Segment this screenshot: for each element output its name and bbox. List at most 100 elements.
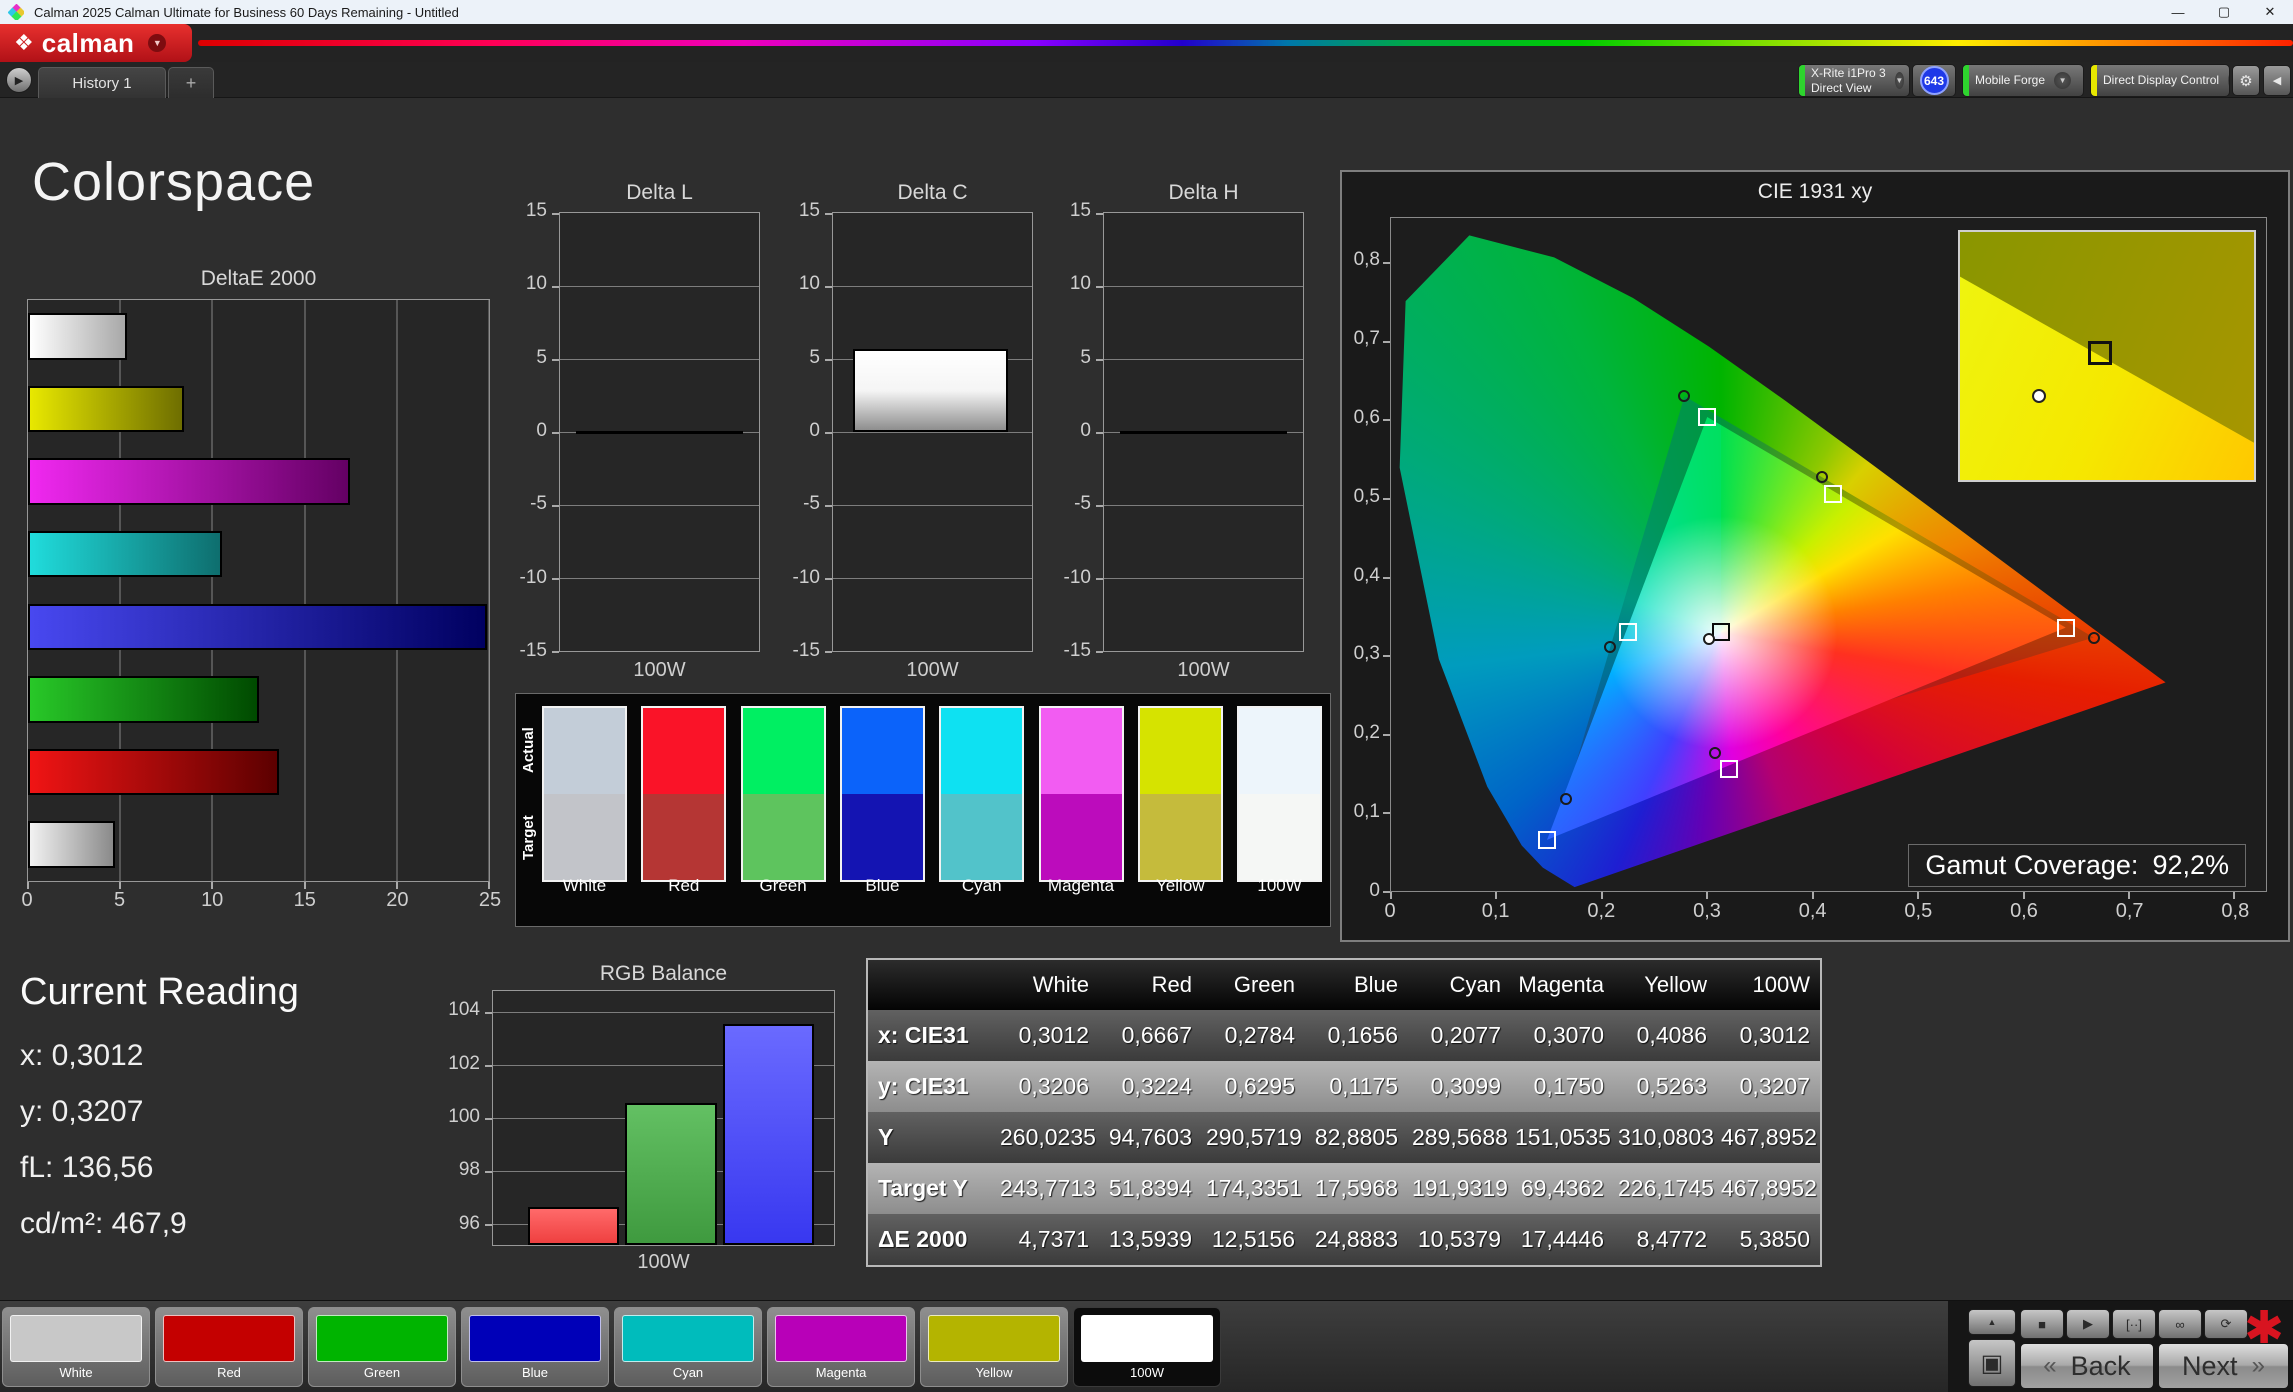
inset-measured-marker xyxy=(2032,389,2046,403)
pattern-button-blue[interactable]: Blue xyxy=(461,1307,609,1387)
y-tick-label: 0,3 xyxy=(1354,643,1380,665)
current-reading-fl: fL: 136,56 xyxy=(20,1151,153,1185)
swatch-column-label: Yellow xyxy=(1138,876,1223,896)
pattern-button-100w[interactable]: 100W xyxy=(1073,1307,1221,1387)
table-header-cell: Yellow xyxy=(1618,972,1721,998)
transport-cluster: ▲ ▣ ■ ▶ [··] ∞ ⟳ ✱ « Back xyxy=(1948,1301,2293,1392)
swatch-column-red xyxy=(641,706,726,882)
stop-button[interactable]: ■ xyxy=(2020,1309,2064,1339)
pattern-button-label: 100W xyxy=(1130,1365,1164,1380)
y-tick-label: 0 xyxy=(1080,420,1091,442)
gridline xyxy=(833,578,1032,579)
pattern-button-yellow[interactable]: Yellow xyxy=(920,1307,1068,1387)
table-row-target-y: Target Y243,771351,8394174,335117,596819… xyxy=(868,1163,1820,1214)
pattern-button-label: Red xyxy=(217,1365,241,1380)
x-tick-label: 0,2 xyxy=(1587,900,1615,923)
gamut-coverage-text: Gamut Coverage: xyxy=(1925,850,2138,881)
swatch-column-100w xyxy=(1237,706,1322,882)
delta-h-y-axis: 151050-5-10-15 xyxy=(1053,212,1099,652)
table-cell: 8,4772 xyxy=(1618,1226,1721,1253)
transport-buttons: ■ ▶ [··] ∞ ⟳ xyxy=(2020,1309,2248,1339)
chevron-left-icon: ◀ xyxy=(2273,74,2281,87)
refresh-icon: ⟳ xyxy=(2221,1316,2232,1332)
y-tick-label: 10 xyxy=(1070,273,1091,295)
target-marker-cyan xyxy=(1619,623,1637,641)
target-swatch-yellow xyxy=(1140,794,1221,880)
page-title: Colorspace xyxy=(32,151,315,213)
display-control-dropdown[interactable]: Direct Display Control ▼ xyxy=(2090,64,2230,97)
delta-h-x-label: 100W xyxy=(1103,659,1304,682)
y-tick-label: -10 xyxy=(1064,567,1091,589)
play-button[interactable]: ▶ xyxy=(2066,1309,2110,1339)
target-marker-yellow xyxy=(1824,485,1842,503)
meter-dropdown[interactable]: X-Rite i1Pro 3 Direct View ▼ xyxy=(1798,64,1910,97)
axis-tick xyxy=(1096,432,1103,434)
x-tick-label: 0 xyxy=(21,889,32,912)
table-cell: 0,6295 xyxy=(1206,1073,1309,1100)
step-button[interactable]: [··] xyxy=(2112,1309,2156,1339)
add-tab-button[interactable]: + xyxy=(168,67,214,98)
table-cell: 226,1745 xyxy=(1618,1175,1721,1202)
axis-tick xyxy=(485,1118,492,1120)
axis-tick xyxy=(1917,892,1919,899)
axis-tick xyxy=(825,213,832,215)
delta-l-x-label: 100W xyxy=(559,659,760,682)
collapse-panel-button[interactable]: ◀ xyxy=(2263,65,2291,96)
source-dropdown[interactable]: Mobile Forge ▼ xyxy=(1962,64,2084,97)
axis-tick xyxy=(1096,505,1103,507)
pattern-button-cyan[interactable]: Cyan xyxy=(614,1307,762,1387)
next-button[interactable]: Next » xyxy=(2158,1343,2289,1389)
pattern-button-red[interactable]: Red xyxy=(155,1307,303,1387)
bottom-bar: White Red GreenBlueCyan Magenta Yellow 100W ▲… xyxy=(0,1300,2293,1392)
pattern-button-white[interactable]: White xyxy=(2,1307,150,1387)
table-cell: 69,4362 xyxy=(1515,1175,1618,1202)
infinity-icon: ∞ xyxy=(2175,1317,2184,1332)
measured-marker-green xyxy=(1678,390,1690,402)
y-tick-label: -15 xyxy=(520,640,547,662)
pattern-window-button[interactable]: ▣ xyxy=(1968,1339,2016,1387)
swatch-column-yellow xyxy=(1138,706,1223,882)
calman-menu-button[interactable]: ❖ calman ▼ xyxy=(0,24,192,62)
table-cell: 24,8883 xyxy=(1309,1226,1412,1253)
meter-badge-button[interactable]: 643 xyxy=(1912,64,1956,97)
axis-tick xyxy=(552,359,559,361)
tab-scroll-button[interactable]: ▶ xyxy=(6,67,32,93)
pattern-button-magenta[interactable]: Magenta xyxy=(767,1307,915,1387)
table-cell: 94,7603 xyxy=(1103,1124,1206,1151)
minimize-button[interactable]: — xyxy=(2155,0,2201,24)
gridline xyxy=(560,286,759,287)
cie-y-axis: 00,10,20,30,40,50,60,70,8 xyxy=(1344,217,1388,892)
table-cell: 0,5263 xyxy=(1618,1073,1721,1100)
axis-tick xyxy=(304,882,306,889)
pattern-button-green[interactable]: Green xyxy=(308,1307,456,1387)
actual-swatch-white xyxy=(544,708,625,794)
settings-button[interactable]: ⚙ xyxy=(2232,65,2260,96)
tab-history-1[interactable]: History 1 xyxy=(38,67,166,98)
source-name: Mobile Forge xyxy=(1969,73,2049,87)
meter-name: X-Rite i1Pro 3 xyxy=(1811,66,1886,80)
window-title: Calman 2025 Calman Ultimate for Business… xyxy=(34,5,459,20)
axis-tick xyxy=(1096,651,1103,653)
table-header-cell: White xyxy=(1000,972,1103,998)
deltae-bar-red xyxy=(28,749,279,795)
refresh-button[interactable]: ⟳ xyxy=(2204,1309,2248,1339)
maximize-button[interactable]: ▢ xyxy=(2201,0,2247,24)
pattern-color-swatch xyxy=(163,1315,295,1362)
gridline xyxy=(560,578,759,579)
measured-marker-blue xyxy=(1560,793,1572,805)
y-tick-label: -5 xyxy=(803,493,820,515)
axis-tick xyxy=(825,578,832,580)
close-button[interactable]: ✕ xyxy=(2247,0,2293,24)
x-tick-label: 10 xyxy=(201,889,223,912)
pattern-window-up-button[interactable]: ▲ xyxy=(1968,1309,2016,1335)
table-row--e-2000: ΔE 20004,737113,593912,515624,888310,537… xyxy=(868,1214,1820,1265)
table-cell: 0,1750 xyxy=(1515,1073,1618,1100)
pattern-button-label: Magenta xyxy=(816,1365,867,1380)
table-cell: 0,3012 xyxy=(1721,1022,1824,1049)
deltae-bar-magenta xyxy=(28,458,350,504)
table-cell: 260,0235 xyxy=(1000,1124,1103,1151)
back-button[interactable]: « Back xyxy=(2020,1343,2154,1389)
pattern-color-swatch xyxy=(928,1315,1060,1362)
axis-tick xyxy=(2023,892,2025,899)
continuous-button[interactable]: ∞ xyxy=(2158,1309,2202,1339)
